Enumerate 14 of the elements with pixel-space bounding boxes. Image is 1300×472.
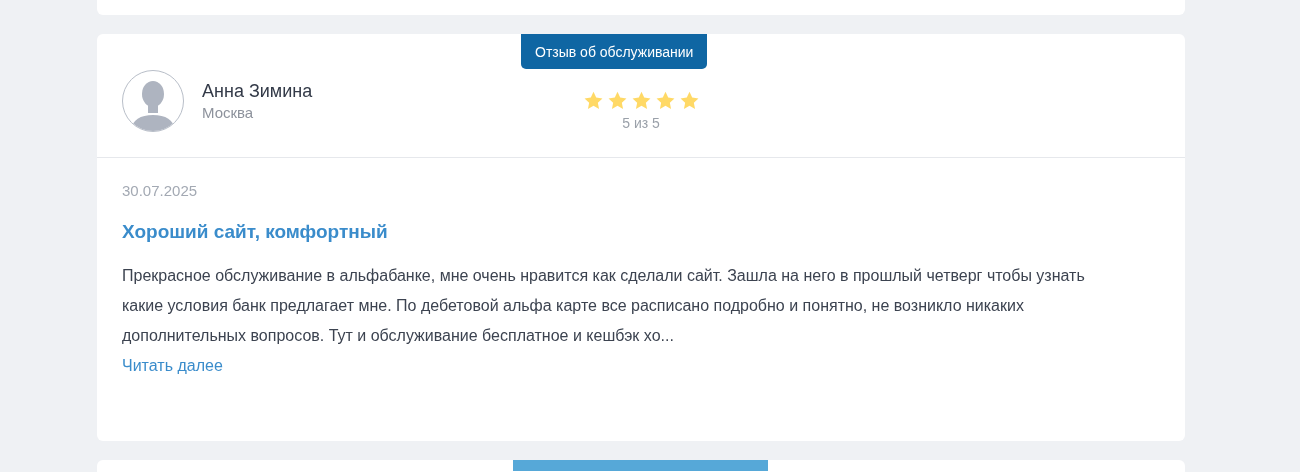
author-city: Москва [202, 103, 255, 121]
review-type-badge: Отзыв об обслуживании [521, 34, 708, 69]
star-icon [606, 90, 628, 111]
star-icon [678, 90, 700, 111]
review-text: Прекрасное обслуживание в альфабанке, мне очень нравится как сделали сайт. Зашла на него в прошлый четверг чтобы узнать какие условия банк предлагает мне. По дебетовой альфа карте все расписано подробно и понятно, не возникло никаких дополнительных вопросов. Тут и обслуживание бесплатное и кешбэк хо... [122, 266, 1086, 346]
author-name: Анна Зимина [202, 80, 313, 102]
star-icon [654, 90, 676, 111]
read-more-link[interactable]: Читать далее [122, 351, 223, 381]
avatar-icon [122, 69, 184, 132]
review-title: Хороший сайт, комфортный [122, 221, 389, 243]
rating-text: 5 из 5 [622, 114, 660, 131]
star-icon [582, 90, 604, 111]
review-date: 30.07.2025 [122, 182, 199, 199]
star-icon [630, 90, 652, 111]
